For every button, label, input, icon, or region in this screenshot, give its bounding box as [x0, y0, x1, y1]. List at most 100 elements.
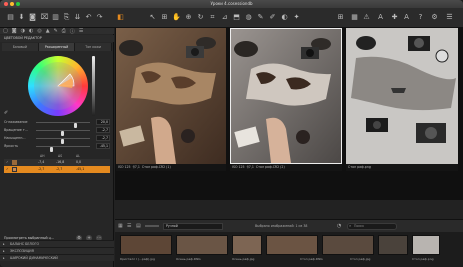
- camera-tab-icon[interactable]: ◙: [12, 28, 17, 34]
- correction-row[interactable]: ✓ -7,4 -16,8 0,0: [4, 159, 110, 166]
- focus-icon[interactable]: ✚: [390, 13, 399, 22]
- eyedropper-icon[interactable]: ✐: [4, 110, 8, 116]
- correction-row-selected[interactable]: ✓ -2,7 -2,7 -45,1: [4, 166, 110, 173]
- select-icon[interactable]: ↖: [148, 13, 157, 22]
- paste-icon[interactable]: ⇊: [73, 13, 82, 22]
- sort-label: Ручной: [166, 224, 178, 228]
- checkbox-icon[interactable]: ✓: [6, 159, 9, 166]
- tab-basic[interactable]: Базовый: [2, 43, 39, 51]
- stack-icon[interactable]: ◧: [116, 13, 125, 22]
- panel-header: ЦВЕТОВОЙ РЕДАКТОР: [0, 35, 114, 42]
- filmstrip-thumb[interactable]: [120, 235, 172, 255]
- exposure-warning-icon[interactable]: ▦: [350, 13, 359, 22]
- settings-icon[interactable]: ⚙: [430, 13, 439, 22]
- slider-value[interactable]: -45,1: [96, 143, 110, 149]
- proof-icon[interactable]: A: [376, 13, 385, 22]
- photo-caption: Стол раф.png: [346, 164, 458, 171]
- camera-icon[interactable]: ◙: [28, 13, 37, 22]
- color-tab-icon[interactable]: ◑: [21, 28, 25, 34]
- slider-value[interactable]: 20,0: [96, 119, 110, 125]
- photo-variant-2-selected[interactable]: [230, 28, 342, 164]
- filter-icon[interactable]: ◔: [337, 223, 341, 229]
- filmstrip-thumb[interactable]: [176, 235, 228, 255]
- slider-track[interactable]: [36, 138, 90, 144]
- brush-icon[interactable]: ✎: [256, 13, 265, 22]
- dropper-icon[interactable]: ✦: [292, 13, 301, 22]
- crop-icon[interactable]: ⌗: [208, 13, 217, 22]
- local-tab-icon[interactable]: ✎: [54, 28, 58, 34]
- copy-icon[interactable]: ⎘: [62, 13, 71, 22]
- slider-track[interactable]: [36, 122, 90, 128]
- section-label: БАЛАНС БЕЛОГО: [10, 242, 40, 246]
- filmstrip-thumb[interactable]: [232, 235, 262, 255]
- straighten-icon[interactable]: ⊿: [220, 13, 229, 22]
- thumb-label: Стол раф.DNG: [300, 257, 323, 261]
- color-swatch: [12, 167, 17, 172]
- section-hdr[interactable]: ▸ ШИРОКИЙ ДИНАМИЧЕСКИЙ: [0, 254, 114, 261]
- undo-icon[interactable]: ↶: [84, 13, 93, 22]
- color-swatch: [12, 160, 17, 165]
- rotate-icon[interactable]: ↻: [196, 13, 205, 22]
- warning-icon[interactable]: ⚠: [362, 13, 371, 22]
- slider-track[interactable]: [36, 146, 90, 152]
- thumb-label: Осень раф.jpg: [232, 257, 255, 261]
- recycle-icon[interactable]: ⌧: [40, 13, 49, 22]
- trash-icon[interactable]: ▥: [51, 13, 60, 22]
- section-exposure[interactable]: ▸ ЭКСПОЗИЦИЯ: [0, 247, 114, 254]
- grid-icon[interactable]: ⊞: [336, 13, 345, 22]
- zoom-icon[interactable]: ⊕: [184, 13, 193, 22]
- picker-icon[interactable]: ✐: [268, 13, 277, 22]
- filmstrip-thumb[interactable]: [322, 235, 374, 255]
- filmstrip-view-icon[interactable]: ▤: [136, 223, 141, 229]
- filmstrip-thumb[interactable]: [378, 235, 408, 255]
- color-wheel[interactable]: [28, 56, 88, 116]
- slider-smoothing[interactable]: Сглаживание 20,0: [4, 119, 112, 128]
- grid-view-icon[interactable]: ▦: [118, 223, 123, 229]
- output-tab-icon[interactable]: ⎙: [62, 28, 66, 34]
- exposure-tab-icon[interactable]: ◐: [29, 28, 33, 34]
- photo-variant-1[interactable]: [116, 28, 226, 164]
- slider-saturation[interactable]: Насыщенн... -2,7: [4, 135, 112, 144]
- batch-tab-icon[interactable]: ☰: [79, 28, 83, 34]
- slider-value[interactable]: -2,7: [96, 127, 110, 133]
- filmstrip-thumb[interactable]: [412, 235, 440, 255]
- import-icon[interactable]: ⬇: [17, 13, 26, 22]
- thumbnail-size-slider[interactable]: [145, 225, 159, 227]
- detail-tab-icon[interactable]: ▲: [46, 28, 50, 34]
- section-white-balance[interactable]: ▸ БАЛАНС БЕЛОГО: [0, 240, 114, 247]
- window-title: Уроки 4.cosessiondb: [210, 1, 253, 6]
- tab-skin-tone[interactable]: Тон кожи: [75, 43, 113, 51]
- luminance-bar[interactable]: [92, 56, 95, 116]
- photo-variant-3[interactable]: [346, 28, 458, 164]
- hand-icon[interactable]: ✋: [172, 13, 181, 22]
- slider-lightness[interactable]: Яркость -45,1: [4, 143, 112, 152]
- search-input[interactable]: Поиск: [347, 223, 397, 230]
- cell-delta-l: -45,1: [76, 167, 85, 171]
- slider-track[interactable]: [36, 130, 90, 136]
- spot-icon[interactable]: ◍: [244, 13, 253, 22]
- filmstrip-thumb[interactable]: [266, 235, 318, 255]
- redo-icon[interactable]: ↷: [95, 13, 104, 22]
- list-view-icon[interactable]: ☰: [127, 223, 131, 229]
- slider-knob[interactable]: [50, 147, 53, 152]
- photo-image: [116, 28, 226, 164]
- layout-icon[interactable]: ☰: [445, 13, 454, 22]
- caption-filename: Стол раф.png: [348, 165, 371, 169]
- cell-delta-h: -7,4: [38, 160, 45, 164]
- keystone-icon[interactable]: ⬒: [232, 13, 241, 22]
- color-range-selector[interactable]: [28, 56, 88, 116]
- tab-advanced[interactable]: Расширенный: [38, 43, 76, 51]
- browser-toolbar: ▦ ☰ ▤ Ручной Выбрано изображений: 1 из 3…: [115, 219, 463, 232]
- sort-select[interactable]: Ручной: [163, 223, 223, 230]
- white-balance-icon[interactable]: ◐: [280, 13, 289, 22]
- text-icon[interactable]: A: [402, 13, 411, 22]
- metadata-tab-icon[interactable]: ⓘ: [70, 28, 75, 35]
- folder-icon[interactable]: ▤: [6, 13, 15, 22]
- slider-value[interactable]: -2,7: [96, 135, 110, 141]
- slider-hue-rotation[interactable]: Вращение т... -2,7: [4, 127, 112, 136]
- crop-select-icon[interactable]: ⊞: [160, 13, 169, 22]
- help-icon[interactable]: ?: [416, 13, 425, 22]
- lens-tab-icon[interactable]: ◎: [37, 28, 41, 34]
- checkbox-icon[interactable]: ✓: [6, 166, 9, 173]
- folder-tab-icon[interactable]: ▢: [3, 28, 8, 34]
